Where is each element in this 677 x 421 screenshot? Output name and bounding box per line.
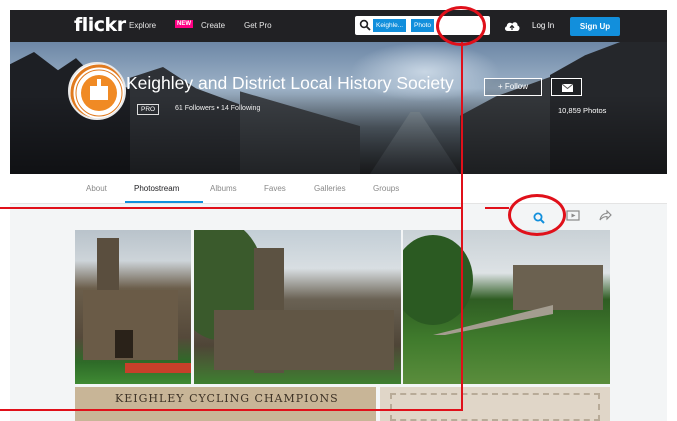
avatar[interactable] [68, 62, 126, 120]
photo-tile[interactable] [194, 230, 401, 384]
slideshow-icon[interactable] [566, 208, 580, 222]
photo-tile[interactable] [75, 230, 191, 384]
photo-tile[interactable] [403, 230, 610, 384]
photo-tile[interactable] [380, 387, 610, 421]
annotation-line [461, 42, 463, 411]
share-icon[interactable] [598, 208, 612, 222]
annotation-line [0, 409, 463, 411]
photo-caption-text: KEIGHLEY CYCLING CHAMPIONS [115, 392, 339, 405]
top-navigation-bar: flickr Explore NEW Create Get Pro Keighl… [10, 10, 667, 42]
photo-doorway [115, 330, 133, 358]
photo-tile[interactable]: KEIGHLEY CYCLING CHAMPIONS [75, 387, 376, 421]
photo-count: 10,859 Photos [558, 106, 607, 115]
annotation-line [485, 207, 509, 209]
photo-building [214, 310, 394, 370]
tab-about[interactable]: About [86, 184, 107, 193]
follow-button[interactable]: + Follow [484, 78, 542, 96]
tab-faves[interactable]: Faves [264, 184, 286, 193]
tab-galleries[interactable]: Galleries [314, 184, 346, 193]
nav-create[interactable]: Create [201, 21, 225, 30]
login-link[interactable]: Log In [532, 21, 554, 30]
photo-document-border [390, 393, 600, 421]
pro-badge: PRO [137, 104, 160, 115]
mail-icon [561, 83, 574, 92]
profile-name: Keighley and District Local History Soci… [126, 73, 454, 93]
annotation-line [0, 207, 463, 209]
photo-building [513, 265, 603, 310]
following-count[interactable]: 14 Following [221, 105, 260, 112]
flickr-logo[interactable]: flickr [74, 14, 126, 36]
search-icon [359, 19, 371, 31]
photo-flowerbed [125, 363, 191, 373]
nav-explore[interactable]: Explore [129, 21, 156, 30]
tab-albums[interactable]: Albums [210, 184, 237, 193]
annotation-circle-search-field [436, 6, 486, 46]
tab-groups[interactable]: Groups [373, 184, 399, 193]
new-badge: NEW [175, 20, 193, 28]
followers-count[interactable]: 61 Followers [175, 105, 215, 112]
active-tab-indicator [125, 201, 203, 203]
signup-button[interactable]: Sign Up [570, 17, 620, 36]
stats-separator: • [216, 105, 220, 112]
follow-stats: 61 Followers • 14 Following [175, 105, 260, 112]
profile-subnav: About Photostream Albums Faves Galleries… [10, 174, 667, 204]
nav-get-pro[interactable]: Get Pro [244, 21, 272, 30]
search-type-chip[interactable]: Photo [411, 19, 434, 32]
message-button[interactable] [551, 78, 582, 96]
tab-photostream[interactable]: Photostream [134, 184, 179, 193]
annotation-circle-search-icon [508, 194, 566, 236]
search-scope-chip[interactable]: Keighle... [373, 19, 407, 32]
upload-cloud-icon[interactable] [503, 18, 521, 33]
screenshot-root: flickr Explore NEW Create Get Pro Keighl… [0, 0, 677, 421]
